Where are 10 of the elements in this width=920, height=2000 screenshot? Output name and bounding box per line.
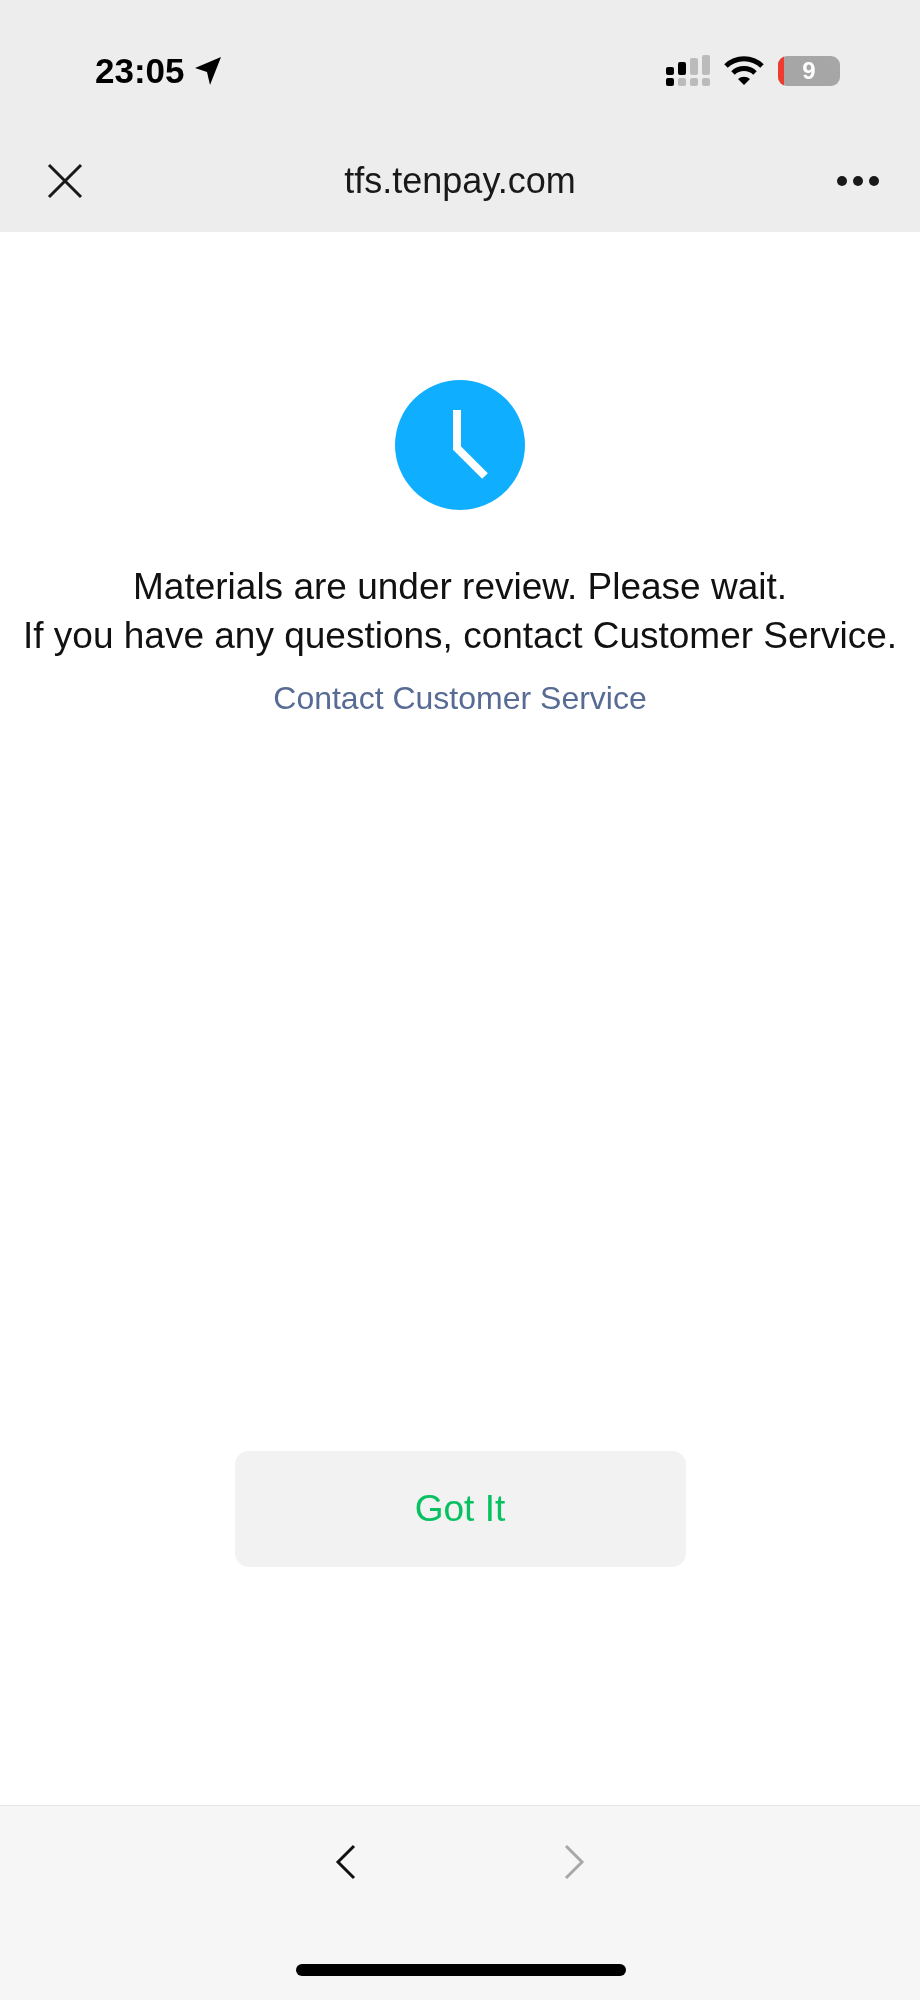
battery-icon: 9 [778, 56, 840, 86]
clock-icon [395, 380, 525, 510]
status-time: 23:05 [95, 51, 185, 91]
close-icon[interactable] [46, 162, 84, 200]
review-message: Materials are under review. Please wait. If you have any questions, contact Customer Service. [21, 565, 899, 658]
wifi-icon [724, 56, 764, 86]
signal-icon [666, 55, 710, 87]
page-title: tfs.tenpay.com [344, 160, 576, 202]
more-icon[interactable] [836, 175, 880, 187]
contact-link[interactable]: Contact Customer Service [273, 680, 647, 717]
